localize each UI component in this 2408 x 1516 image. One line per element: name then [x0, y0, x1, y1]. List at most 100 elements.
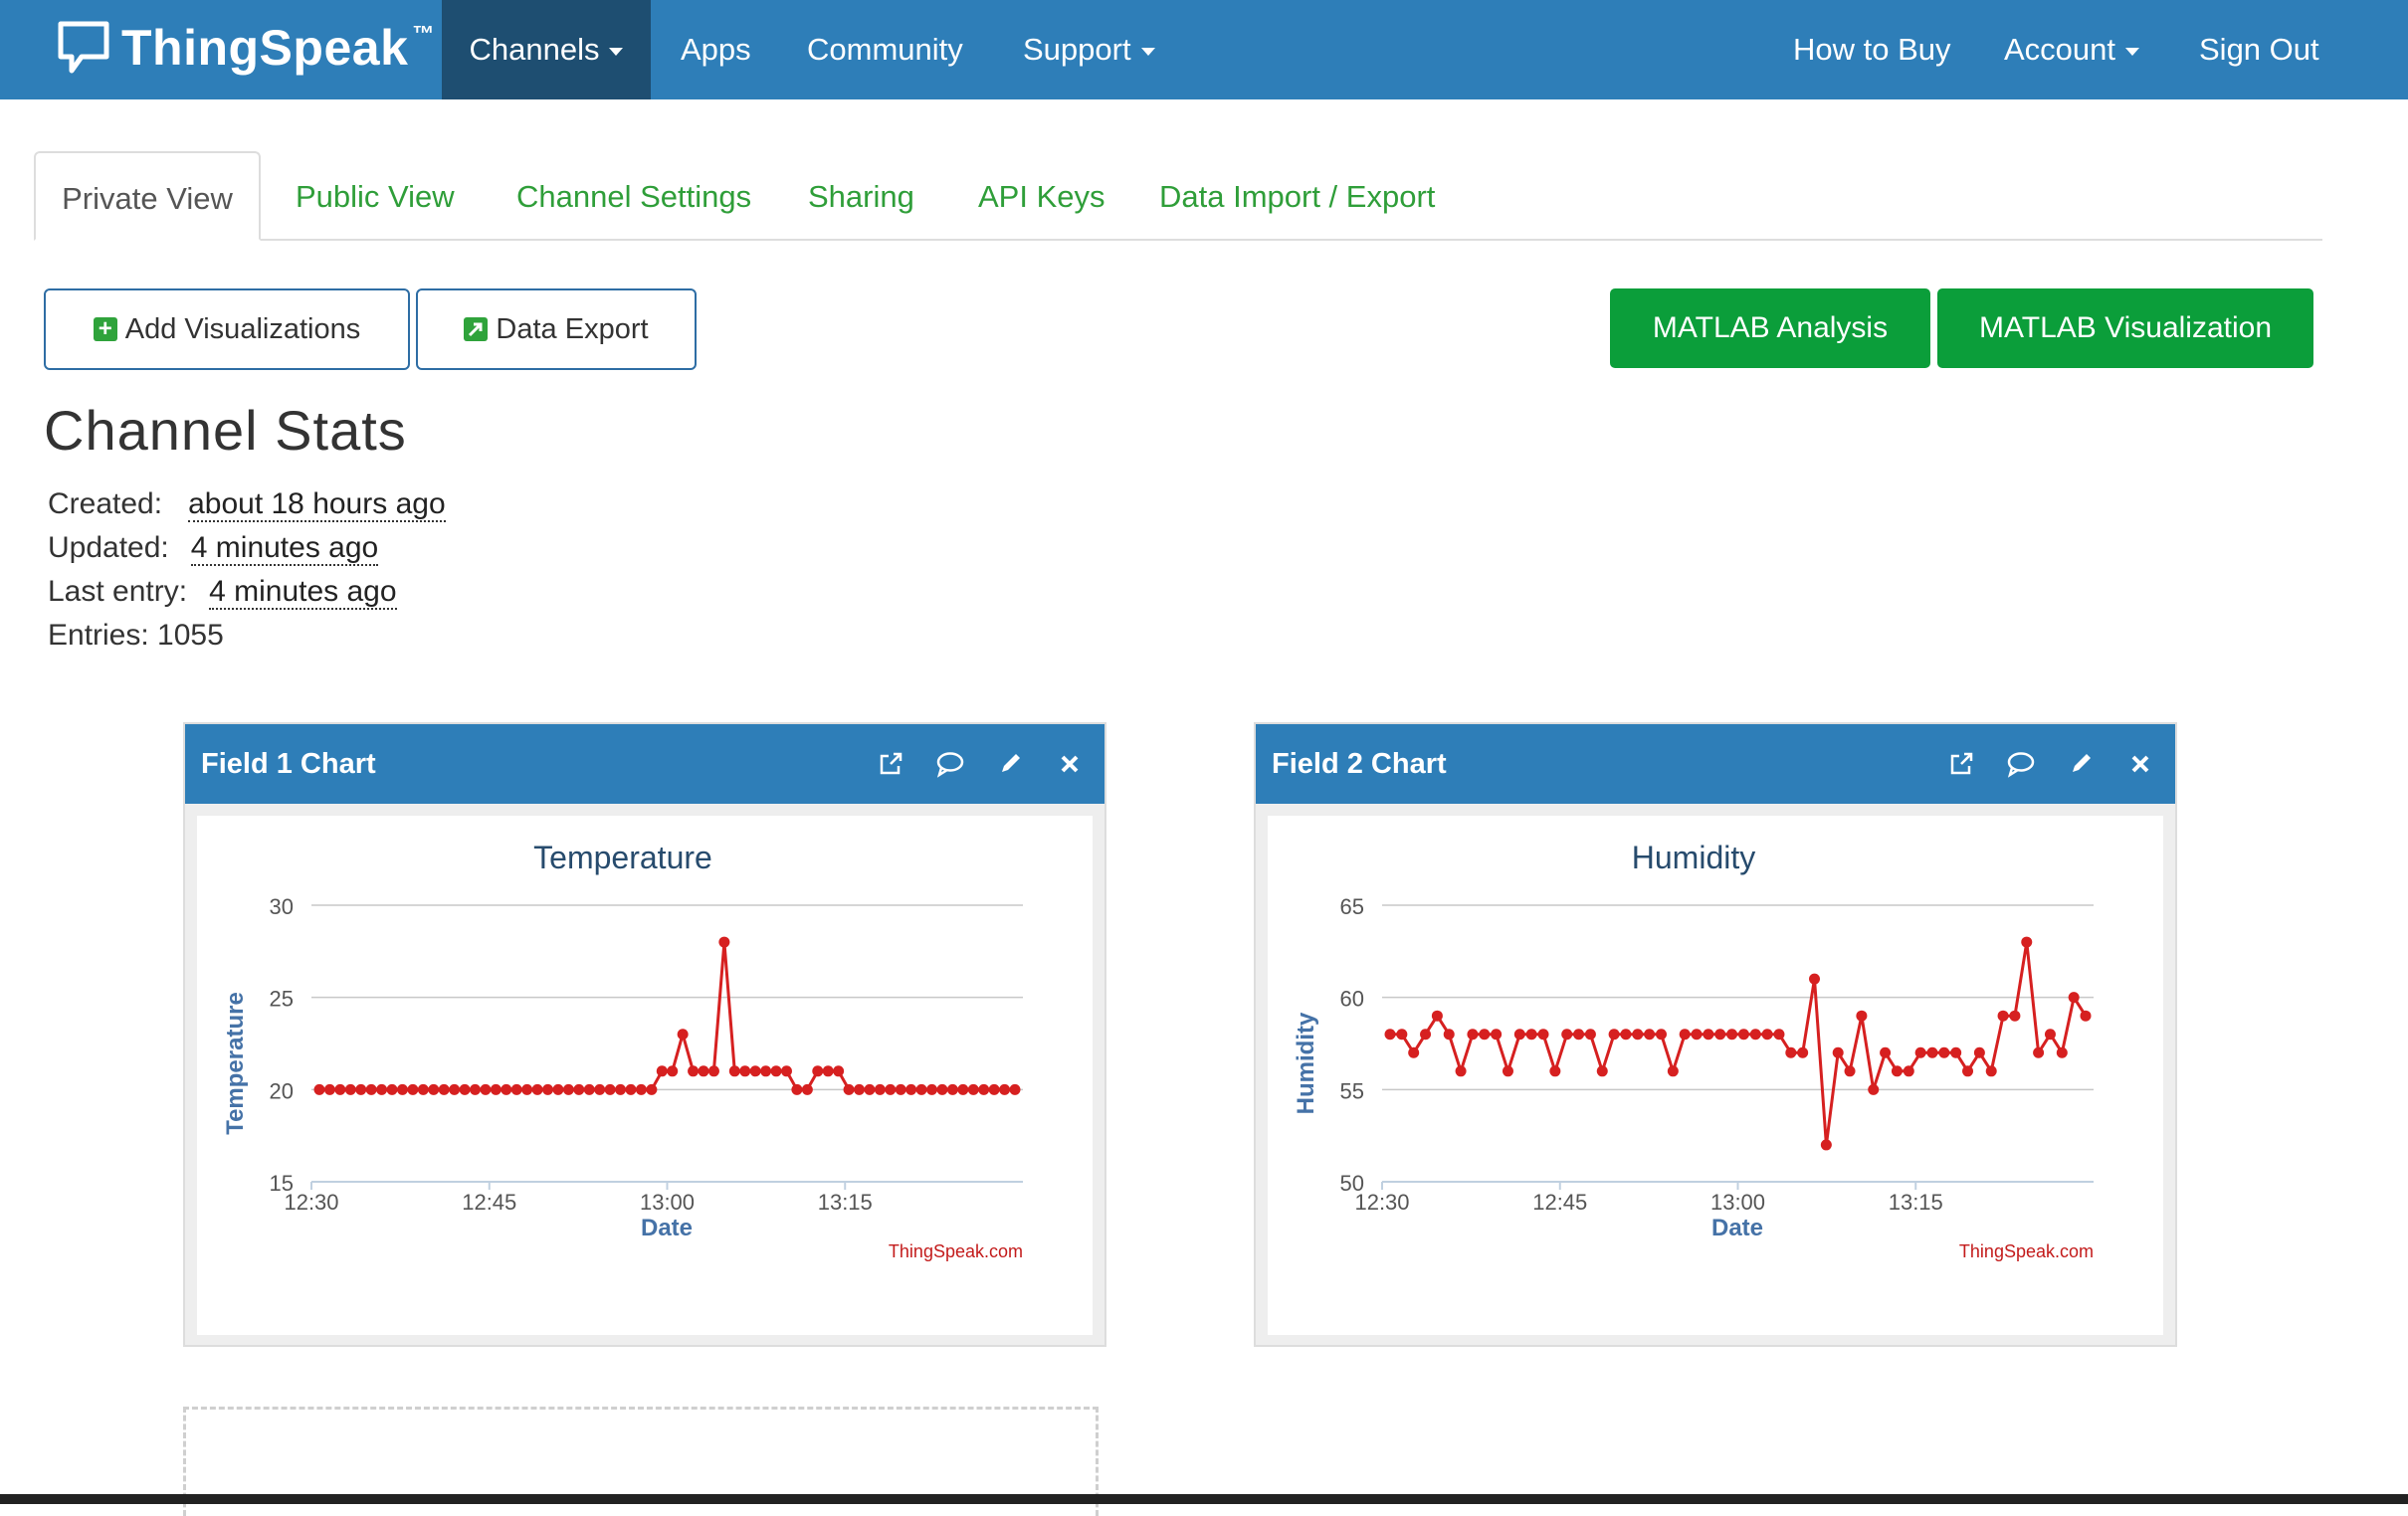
nav-community[interactable]: Community [807, 0, 963, 99]
data-point [760, 1065, 772, 1077]
external-link-icon[interactable] [1946, 749, 1976, 779]
matlab-analysis-label: MATLAB Analysis [1652, 311, 1889, 344]
data-point [449, 1083, 461, 1095]
matlab-analysis-button[interactable]: MATLAB Analysis [1610, 288, 1930, 368]
y-axis-label: Temperature [222, 992, 249, 1135]
close-icon[interactable] [1055, 749, 1085, 779]
data-point [2068, 992, 2080, 1004]
nav-account-label: Account [2004, 32, 2116, 67]
data-point [967, 1083, 979, 1095]
data-point [2080, 1010, 2092, 1022]
tab-data-import-export[interactable]: Data Import / Export [1159, 151, 1435, 239]
data-point [583, 1083, 595, 1095]
data-point [1431, 1010, 1443, 1022]
data-point [594, 1083, 606, 1095]
chart-credit: ThingSpeak.com [1959, 1241, 2094, 1261]
data-point [936, 1083, 948, 1095]
y-tick-label: 25 [270, 987, 294, 1012]
external-link-icon[interactable] [876, 749, 905, 779]
data-point [1561, 1029, 1573, 1041]
y-tick-label: 60 [1340, 987, 1364, 1012]
x-tick-label: 13:15 [1889, 1190, 1943, 1215]
data-point [1985, 1065, 1997, 1077]
tab-private-view[interactable]: Private View [34, 151, 261, 241]
data-point [604, 1083, 616, 1095]
nav-how-to-buy[interactable]: How to Buy [1793, 0, 1951, 99]
data-point [1950, 1046, 1962, 1058]
brand-logo[interactable]: ThingSpeak ™ [56, 16, 434, 80]
comment-icon[interactable] [2006, 749, 2036, 779]
nav-support-label: Support [1023, 32, 1131, 67]
data-point [438, 1083, 450, 1095]
data-point [1997, 1010, 2009, 1022]
data-point [1703, 1029, 1714, 1041]
x-tick-label: 13:15 [818, 1190, 873, 1215]
data-point [1502, 1065, 1513, 1077]
data-point [874, 1083, 886, 1095]
data-point [1880, 1046, 1892, 1058]
matlab-visualization-button[interactable]: MATLAB Visualization [1937, 288, 2313, 368]
data-point [667, 1065, 679, 1077]
matlab-visualization-label: MATLAB Visualization [1978, 311, 2273, 344]
nav-apps[interactable]: Apps [681, 0, 751, 99]
plus-square-icon: + [93, 317, 117, 341]
data-point [1679, 1029, 1691, 1041]
data-point [905, 1083, 917, 1095]
stat-updated-label: Updated: [48, 531, 169, 564]
pencil-icon[interactable] [995, 749, 1025, 779]
brand-trademark: ™ [412, 21, 435, 46]
nav-sign-out[interactable]: Sign Out [2199, 0, 2319, 99]
data-point [1749, 1029, 1761, 1041]
nav-account[interactable]: Account [2004, 0, 2140, 99]
field-2-chart-panel: Field 2 Chart Humidity 50 55 60 65 12:30 12:45… [1254, 722, 2177, 1347]
data-point [573, 1083, 585, 1095]
pencil-icon[interactable] [2066, 749, 2096, 779]
chart-area: Temperature 15 20 25 30 12:30 12:45 13:00 13:15 D… [197, 816, 1093, 1335]
y-tick-label: 30 [270, 894, 294, 919]
x-tick-label: 12:45 [1532, 1190, 1587, 1215]
data-point [635, 1083, 647, 1095]
data-point [1632, 1029, 1644, 1041]
caret-down-icon [1140, 47, 1155, 56]
data-point [1655, 1029, 1667, 1041]
data-point [698, 1065, 709, 1077]
x-tick-label: 13:00 [1710, 1190, 1765, 1215]
add-visualizations-label: Add Visualizations [124, 312, 361, 345]
data-point [1491, 1029, 1503, 1041]
data-point [510, 1083, 522, 1095]
tab-channel-settings[interactable]: Channel Settings [516, 151, 751, 239]
stat-updated-value: 4 minutes ago [190, 531, 379, 566]
stat-last-entry-value: 4 minutes ago [209, 575, 397, 610]
data-point [615, 1083, 627, 1095]
data-point [1537, 1029, 1549, 1041]
tab-channel-settings-label: Channel Settings [516, 179, 752, 214]
chart-credit: ThingSpeak.com [889, 1241, 1023, 1261]
data-point [1644, 1029, 1656, 1041]
data-point [531, 1083, 543, 1095]
nav-how-to-buy-label: How to Buy [1793, 32, 1951, 67]
tab-api-keys-label: API Keys [978, 179, 1105, 214]
data-point [1938, 1046, 1950, 1058]
data-point [822, 1065, 834, 1077]
tab-sharing[interactable]: Sharing [808, 151, 914, 239]
channel-tabs: Private View Public View Channel Setting… [34, 151, 2322, 241]
data-point [1926, 1046, 1938, 1058]
comment-icon[interactable] [935, 749, 965, 779]
nav-channels[interactable]: Channels [442, 0, 651, 99]
data-point [1726, 1029, 1738, 1041]
data-point [1737, 1029, 1749, 1041]
data-point [864, 1083, 876, 1095]
data-point [1691, 1029, 1703, 1041]
data-point [988, 1083, 1000, 1095]
close-icon[interactable] [2125, 749, 2155, 779]
data-point [1832, 1046, 1844, 1058]
caret-down-icon [609, 47, 624, 56]
data-point [926, 1083, 938, 1095]
data-point [521, 1083, 533, 1095]
add-visualizations-button[interactable]: + Add Visualizations [44, 288, 410, 370]
data-export-button[interactable]: Data Export [416, 288, 697, 370]
tab-api-keys[interactable]: API Keys [978, 151, 1105, 239]
data-point [1820, 1139, 1832, 1151]
tab-public-view[interactable]: Public View [296, 151, 455, 239]
nav-support[interactable]: Support [1023, 0, 1155, 99]
